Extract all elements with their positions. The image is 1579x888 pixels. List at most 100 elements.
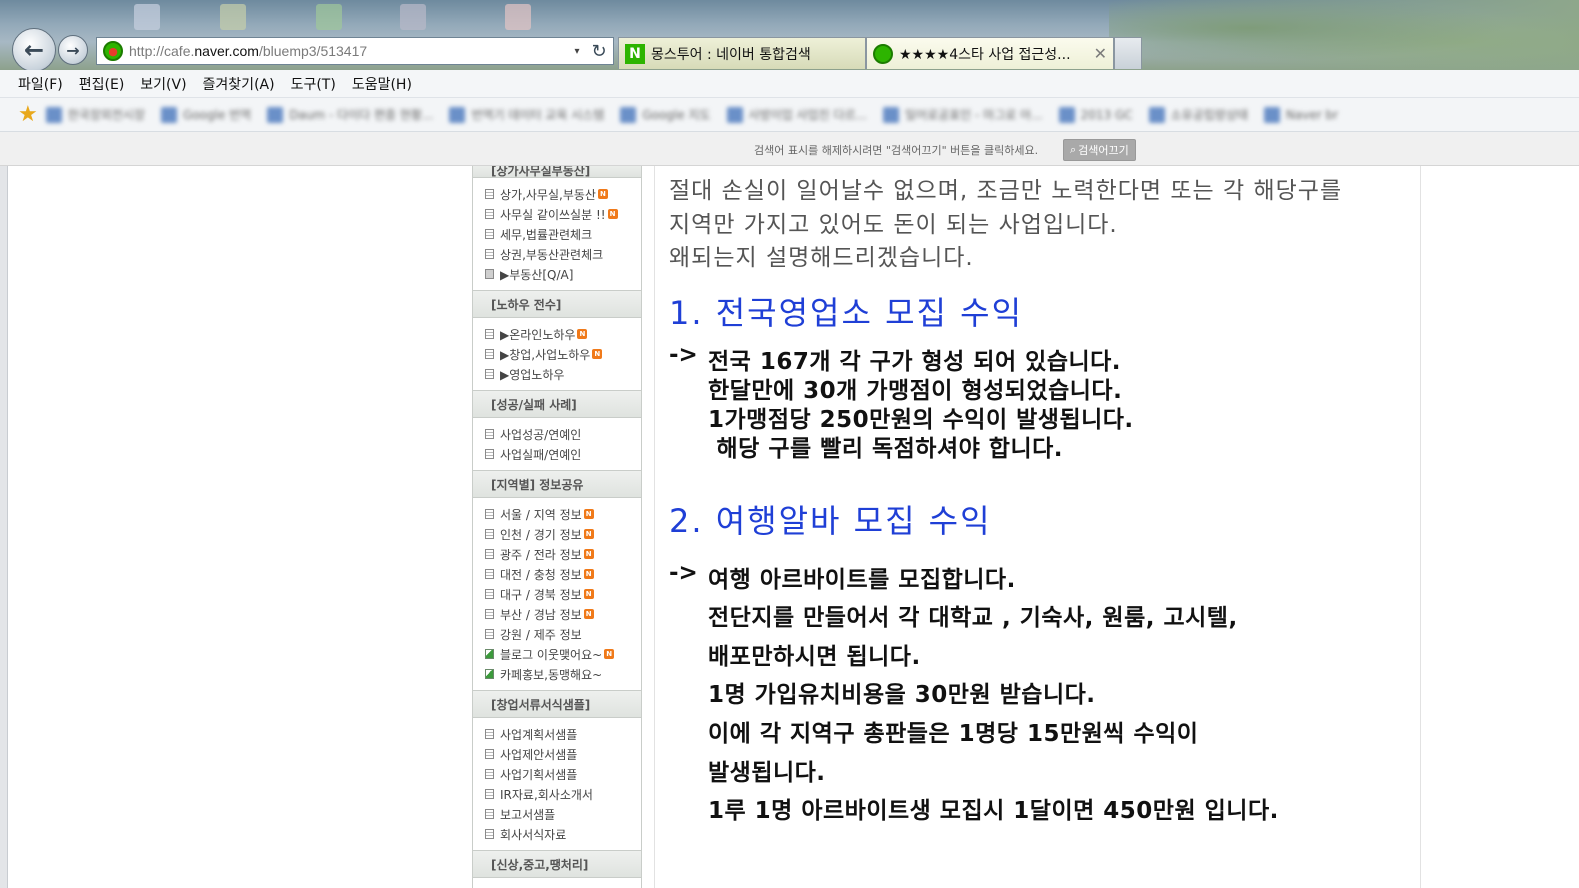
- sidebar-menu-item[interactable]: ▶창업,사업노하우 N: [473, 344, 641, 364]
- document-icon: [485, 349, 494, 359]
- url-text[interactable]: http://cafe.naver.com/bluemp3/513417: [129, 43, 569, 59]
- sidebar-item-label: 대구 / 경북 정보: [500, 587, 582, 602]
- sidebar-menu-item[interactable]: 신상제품 홍보 매입N: [473, 884, 641, 888]
- new-badge-icon: N: [583, 529, 594, 539]
- section-heading-1: 1. 전국영업소 모집 수익: [669, 294, 1024, 332]
- image-board-icon: [485, 649, 494, 659]
- sidebar-menu-item[interactable]: 회사서식자료: [473, 824, 641, 844]
- sidebar-menu-item[interactable]: 광주 / 전라 정보 N: [473, 544, 641, 564]
- qa-board-icon: [485, 269, 494, 279]
- favorite-link[interactable]: 소유공립량상태: [1148, 106, 1248, 123]
- favorite-link[interactable]: Naver br: [1263, 106, 1338, 123]
- left-scroll-edge: [0, 166, 8, 888]
- sidebar-list: 신상제품 홍보 매입N: [473, 878, 641, 888]
- sidebar-item-label: 광주 / 전라 정보: [500, 547, 582, 562]
- document-icon: [485, 229, 494, 239]
- sidebar-menu-item[interactable]: 상가,사무실,부동산 N: [473, 184, 641, 204]
- sidebar-menu-item[interactable]: 서울 / 지역 정보 N: [473, 504, 641, 524]
- sidebar-menu-item[interactable]: 강원 / 제주 정보: [473, 624, 641, 644]
- sidebar-menu-item[interactable]: 인천 / 경기 정보 N: [473, 524, 641, 544]
- favorite-link[interactable]: 일어로공표인 - 마그로 아...: [882, 106, 1043, 123]
- back-button[interactable]: ←: [12, 28, 56, 72]
- sidebar-menu-item[interactable]: 사업제안서샘플: [473, 744, 641, 764]
- url-domain: naver.com: [194, 43, 259, 59]
- tab-cafe-post[interactable]: ★★★★4스타 사업 접근성... ✕: [866, 37, 1114, 69]
- sidebar-menu-item[interactable]: 사업기획서샘플: [473, 764, 641, 784]
- sidebar-menu-item[interactable]: IR자료,회사소개서: [473, 784, 641, 804]
- arrow-right-icon: →: [66, 40, 80, 60]
- sidebar-menu-item[interactable]: 사무실 같이쓰실분 !! N: [473, 204, 641, 224]
- intro-line: 절대 손실이 일어날수 없으며, 조금만 노력한다면 또는 각 해당구를: [669, 178, 1343, 204]
- sidebar-menu-item[interactable]: ▶온라인노하우 N: [473, 324, 641, 344]
- tab-label: ★★★★4스타 사업 접근성...: [899, 46, 1071, 63]
- document-icon: [485, 749, 494, 759]
- section1-line: 해당 구를 빨리 독점하셔야 합니다.: [708, 436, 1064, 462]
- document-icon: [485, 729, 494, 739]
- favorites-bar: ★ 한국장외전시장 Google 번역 Daum - 다이다 편중 현황... …: [0, 98, 1579, 132]
- arrow-text: ->: [669, 560, 698, 586]
- favorite-link[interactable]: 한국장외전시장: [45, 106, 145, 123]
- favorite-link[interactable]: Daum - 다이다 편중 현황...: [267, 106, 433, 123]
- favorite-link[interactable]: Google 번역: [161, 106, 251, 123]
- menu-edit[interactable]: 편집(E): [79, 74, 125, 94]
- tab-naver-search[interactable]: N 몽스투어 : 네이버 통합검색: [618, 37, 866, 69]
- document-icon: [485, 429, 494, 439]
- document-icon: [485, 509, 494, 519]
- sidebar-menu-item[interactable]: ▶부동산[Q/A]: [473, 264, 641, 284]
- menu-tools[interactable]: 도구(T): [291, 74, 336, 94]
- arrow-left-icon: ←: [23, 36, 45, 64]
- naver-n-icon: N: [625, 43, 645, 64]
- sidebar-menu-item[interactable]: 카페홍보,동맹해요~: [473, 664, 641, 684]
- new-badge-icon: N: [604, 649, 615, 659]
- sidebar-item-label: 대전 / 충청 정보: [500, 567, 582, 582]
- menu-help[interactable]: 도움말(H): [352, 74, 412, 94]
- document-icon: [485, 449, 494, 459]
- new-tab-button[interactable]: [1114, 37, 1142, 69]
- sidebar-menu-item[interactable]: 사업실패/연예인: [473, 444, 641, 464]
- forward-button[interactable]: →: [58, 35, 88, 65]
- document-icon: [485, 249, 494, 259]
- search-off-label: 검색어끄기: [1078, 144, 1129, 157]
- section2-line: 전단지를 만들어서 각 대학교 , 기숙사, 원룸, 고시텔,: [708, 605, 1238, 631]
- close-tab-icon[interactable]: ✕: [1094, 44, 1107, 63]
- sidebar-list: 서울 / 지역 정보 N 인천 / 경기 정보 N 광주 / 전라 정보 N 대전 / 충청…: [473, 498, 641, 690]
- sidebar-item-label: ▶영업노하우: [500, 367, 565, 382]
- sidebar-menu-item[interactable]: 상권,부동산관련체크: [473, 244, 641, 264]
- address-dropdown-icon[interactable]: ▾: [569, 46, 585, 57]
- menu-view[interactable]: 보기(V): [140, 74, 186, 94]
- document-icon: [485, 589, 494, 599]
- sidebar-menu-item[interactable]: 사업계획서샘플: [473, 724, 641, 744]
- sidebar-item-label: 사업실패/연예인: [500, 447, 582, 462]
- document-icon: [485, 629, 494, 639]
- sidebar-menu-item[interactable]: ▶영업노하우: [473, 364, 641, 384]
- sidebar-menu-item[interactable]: 블로그 이웃맺어요~ N: [473, 644, 641, 664]
- new-badge-icon: N: [583, 509, 594, 519]
- sidebar-list: 사업성공/연예인사업실패/연예인: [473, 418, 641, 470]
- sidebar-menu-item[interactable]: 부산 / 경남 정보 N: [473, 604, 641, 624]
- sidebar-item-label: ▶창업,사업노하우: [500, 347, 591, 362]
- favorite-link[interactable]: 번역기 데이터 교육 시스템: [449, 106, 604, 123]
- star-icon[interactable]: ★: [18, 102, 38, 127]
- sidebar-menu-item[interactable]: 대구 / 경북 정보 N: [473, 584, 641, 604]
- address-bar[interactable]: ● http://cafe.naver.com/bluemp3/513417 ▾…: [96, 37, 614, 65]
- sidebar-menu-item[interactable]: 보고서샘플: [473, 804, 641, 824]
- sidebar-menu-item[interactable]: 대전 / 충청 정보 N: [473, 564, 641, 584]
- new-badge-icon: N: [583, 549, 594, 559]
- sidebar-item-label: 사무실 같이쓰실분 !!: [500, 207, 606, 222]
- menu-file[interactable]: 파일(F): [18, 74, 63, 94]
- url-path: /bluemp3/513417: [258, 43, 368, 59]
- search-off-button[interactable]: ⌕ 검색어끄기: [1063, 139, 1136, 161]
- document-icon: [485, 529, 494, 539]
- sidebar-list: ▶온라인노하우 N ▶창업,사업노하우 N ▶영업노하우: [473, 318, 641, 390]
- favorite-link[interactable]: Google 지도: [620, 106, 711, 123]
- sidebar-item-label: 서울 / 지역 정보: [500, 507, 582, 522]
- section2-line: 1명 가입유치비용을 30만원 받습니다.: [708, 682, 1096, 708]
- sidebar-menu-item[interactable]: 사업성공/연예인: [473, 424, 641, 444]
- refresh-icon[interactable]: ↻: [585, 41, 613, 62]
- sidebar-item-label: 상가,사무실,부동산: [500, 187, 596, 202]
- new-badge-icon: N: [583, 609, 594, 619]
- favorite-link[interactable]: 2013 GC: [1058, 106, 1133, 123]
- sidebar-menu-item[interactable]: 세무,법률관련체크: [473, 224, 641, 244]
- favorite-link[interactable]: 사방이업 사업진 다르...: [726, 106, 867, 123]
- menu-favorites[interactable]: 즐겨찾기(A): [203, 74, 275, 94]
